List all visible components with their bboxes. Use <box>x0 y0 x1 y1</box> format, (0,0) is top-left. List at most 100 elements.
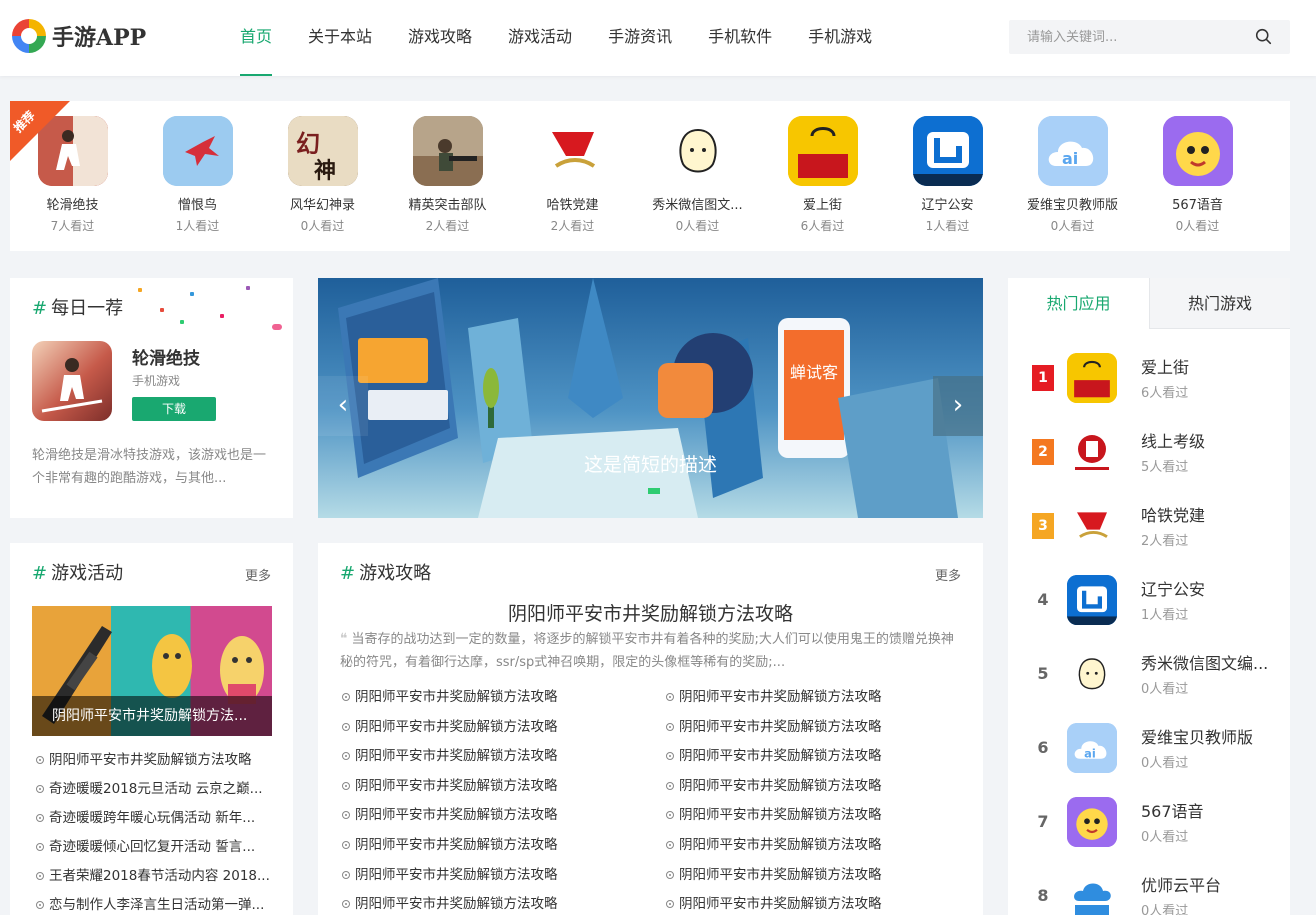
hot-item-name[interactable]: 秀米微信图文编... <box>1141 650 1271 674</box>
activity-list-item[interactable]: 奇迹暖暖倾心回忆复开活动 誓言... <box>36 836 276 865</box>
guide-item-title[interactable]: 阴阳师平安市井奖励解锁方法攻略 <box>355 896 558 912</box>
guide-list-item[interactable]: 阴阳师平安市井奖励解锁方法攻略 <box>666 744 966 774</box>
guide-item-title[interactable]: 阴阳师平安市井奖励解锁方法攻略 <box>679 896 882 912</box>
guide-list-item[interactable]: 阴阳师平安市井奖励解锁方法攻略 <box>342 715 666 745</box>
shopping-bag-icon[interactable] <box>1067 353 1117 403</box>
guide-list-item[interactable]: 阴阳师平安市井奖励解锁方法攻略 <box>666 803 966 833</box>
recommend-item-name[interactable]: 哈铁党建 <box>510 194 635 213</box>
voice-mascot-icon[interactable] <box>1162 116 1233 186</box>
site-logo[interactable]: 手游APP <box>12 18 146 54</box>
search-input[interactable] <box>1009 20 1239 54</box>
activity-list-item[interactable]: 王者荣耀2018春节活动内容 2018... <box>36 865 276 894</box>
hot-item-name[interactable]: 优师云平台 <box>1141 872 1271 896</box>
recommend-item-name[interactable]: 憎恨鸟 <box>135 194 260 213</box>
activity-list-item[interactable]: 恋与制作人李泽言生日活动第一弹... <box>36 894 276 915</box>
daily-app-name[interactable]: 轮滑绝技 <box>132 344 200 369</box>
banner-prev-button[interactable]: ‹ <box>318 376 368 436</box>
nav-events[interactable]: 游戏活动 <box>490 0 590 76</box>
guide-item-title[interactable]: 阴阳师平安市井奖励解锁方法攻略 <box>355 837 558 853</box>
hot-item-name[interactable]: 爱维宝贝教师版 <box>1141 724 1271 748</box>
guide-item-title[interactable]: 阴阳师平安市井奖励解锁方法攻略 <box>679 867 882 883</box>
party-icon[interactable] <box>537 116 608 186</box>
guide-list-item[interactable]: 阴阳师平安市井奖励解锁方法攻略 <box>342 803 666 833</box>
activity-item-title[interactable]: 奇迹暖暖2018元旦活动 云京之巅... <box>49 781 263 797</box>
recommend-item-name[interactable]: 轮滑绝技 <box>10 194 135 213</box>
ai-cloud-icon[interactable]: ai <box>1067 723 1117 773</box>
banner-next-button[interactable]: › <box>933 376 983 436</box>
guide-item-title[interactable]: 阴阳师平安市井奖励解锁方法攻略 <box>679 778 882 794</box>
guide-item-title[interactable]: 阴阳师平安市井奖励解锁方法攻略 <box>355 778 558 794</box>
hot-item-name[interactable]: 线上考级 <box>1141 428 1271 452</box>
guide-list-item[interactable]: 阴阳师平安市井奖励解锁方法攻略 <box>342 744 666 774</box>
hot-list-item[interactable]: 8 优师云平台 0人看过 <box>1008 866 1290 915</box>
activity-item-title[interactable]: 奇迹暖暖跨年暖心玩偶活动 新年... <box>49 810 255 826</box>
fantasy-icon[interactable]: 幻神 <box>287 116 358 186</box>
tab-hot-games[interactable]: 热门游戏 <box>1149 278 1290 329</box>
guide-item-title[interactable]: 阴阳师平安市井奖励解锁方法攻略 <box>679 719 882 735</box>
guide-item-title[interactable]: 阴阳师平安市井奖励解锁方法攻略 <box>679 748 882 764</box>
bird-icon[interactable] <box>162 116 233 186</box>
guide-list-item[interactable]: 阴阳师平安市井奖励解锁方法攻略 <box>666 863 966 893</box>
guide-item-title[interactable]: 阴阳师平安市井奖励解锁方法攻略 <box>355 867 558 883</box>
guide-list-item[interactable]: 阴阳师平安市井奖励解锁方法攻略 <box>342 685 666 715</box>
guide-item-title[interactable]: 阴阳师平安市井奖励解锁方法攻略 <box>355 807 558 823</box>
recommend-item[interactable]: 爱上街 6人看过 <box>760 116 885 234</box>
guide-list-item[interactable]: 阴阳师平安市井奖励解锁方法攻略 <box>342 774 666 804</box>
hot-list-item[interactable]: 1 爱上街 6人看过 <box>1008 348 1290 408</box>
activity-list-item[interactable]: 奇迹暖暖2018元旦活动 云京之巅... <box>36 778 276 807</box>
recommend-item[interactable]: 哈铁党建 2人看过 <box>510 116 635 234</box>
guide-list-item[interactable]: 阴阳师平安市井奖励解锁方法攻略 <box>342 892 666 915</box>
guide-more-link[interactable]: 更多 <box>935 565 961 584</box>
skater-icon[interactable] <box>32 341 112 421</box>
xiumi-icon[interactable] <box>1067 649 1117 699</box>
hot-item-name[interactable]: 辽宁公安 <box>1141 576 1271 600</box>
police-icon[interactable] <box>912 116 983 186</box>
ai-cloud-icon[interactable]: ai <box>1037 116 1108 186</box>
nav-home[interactable]: 首页 <box>222 0 290 76</box>
guide-item-title[interactable]: 阴阳师平安市井奖励解锁方法攻略 <box>355 689 558 705</box>
xiumi-icon[interactable] <box>662 116 733 186</box>
guide-item-title[interactable]: 阴阳师平安市井奖励解锁方法攻略 <box>355 748 558 764</box>
activity-item-title[interactable]: 王者荣耀2018春节活动内容 2018... <box>49 868 270 884</box>
activity-item-title[interactable]: 奇迹暖暖倾心回忆复开活动 誓言... <box>49 839 255 855</box>
soldier-icon[interactable] <box>412 116 483 186</box>
activity-item-title[interactable]: 阴阳师平安市井奖励解锁方法攻略 <box>49 752 252 768</box>
hot-list-item[interactable]: 5 秀米微信图文编... 0人看过 <box>1008 644 1290 704</box>
hot-list-item[interactable]: 3 哈铁党建 2人看过 <box>1008 496 1290 556</box>
recommend-item[interactable]: 精英突击部队 2人看过 <box>385 116 510 234</box>
activity-featured-image[interactable]: 阴阳师平安市井奖励解锁方法... <box>32 606 272 736</box>
guide-list-item[interactable]: 阴阳师平安市井奖励解锁方法攻略 <box>666 833 966 863</box>
search-icon[interactable] <box>1255 28 1272 45</box>
nav-games[interactable]: 手机游戏 <box>790 0 890 76</box>
cloud-teacher-icon[interactable] <box>1067 871 1117 915</box>
hot-list-item[interactable]: 7 567语音 0人看过 <box>1008 792 1290 852</box>
hot-item-name[interactable]: 爱上街 <box>1141 354 1271 378</box>
hot-item-name[interactable]: 567语音 <box>1141 798 1271 822</box>
recommend-item-name[interactable]: 风华幻神录 <box>260 194 385 213</box>
hot-list-item[interactable]: 2 线上考级 5人看过 <box>1008 422 1290 482</box>
exam-icon[interactable] <box>1067 427 1117 477</box>
guide-list-item[interactable]: 阴阳师平安市井奖励解锁方法攻略 <box>342 833 666 863</box>
recommend-item-name[interactable]: 567语音 <box>1135 194 1260 213</box>
guide-headline[interactable]: 阴阳师平安市井奖励解锁方法攻略 <box>318 599 983 626</box>
hot-list-item[interactable]: 4 辽宁公安 1人看过 <box>1008 570 1290 630</box>
recommend-item[interactable]: 秀米微信图文... 0人看过 <box>635 116 760 234</box>
recommend-item[interactable]: 辽宁公安 1人看过 <box>885 116 1010 234</box>
nav-guides[interactable]: 游戏攻略 <box>390 0 490 76</box>
activity-item-title[interactable]: 恋与制作人李泽言生日活动第一弹... <box>49 897 264 913</box>
recommend-item-name[interactable]: 辽宁公安 <box>885 194 1010 213</box>
guide-item-title[interactable]: 阴阳师平安市井奖励解锁方法攻略 <box>679 837 882 853</box>
recommend-item-name[interactable]: 秀米微信图文... <box>635 194 760 213</box>
nav-software[interactable]: 手机软件 <box>690 0 790 76</box>
hot-item-name[interactable]: 哈铁党建 <box>1141 502 1271 526</box>
tab-hot-apps[interactable]: 热门应用 <box>1008 278 1149 329</box>
nav-news[interactable]: 手游资讯 <box>590 0 690 76</box>
recommend-item[interactable]: 憎恨鸟 1人看过 <box>135 116 260 234</box>
voice-mascot-icon[interactable] <box>1067 797 1117 847</box>
party-icon[interactable] <box>1067 501 1117 551</box>
guide-item-title[interactable]: 阴阳师平安市井奖励解锁方法攻略 <box>679 807 882 823</box>
recommend-item-name[interactable]: 爱上街 <box>760 194 885 213</box>
shopping-bag-icon[interactable] <box>787 116 858 186</box>
guide-list-item[interactable]: 阴阳师平安市井奖励解锁方法攻略 <box>666 685 966 715</box>
download-button[interactable]: 下载 <box>132 397 216 421</box>
